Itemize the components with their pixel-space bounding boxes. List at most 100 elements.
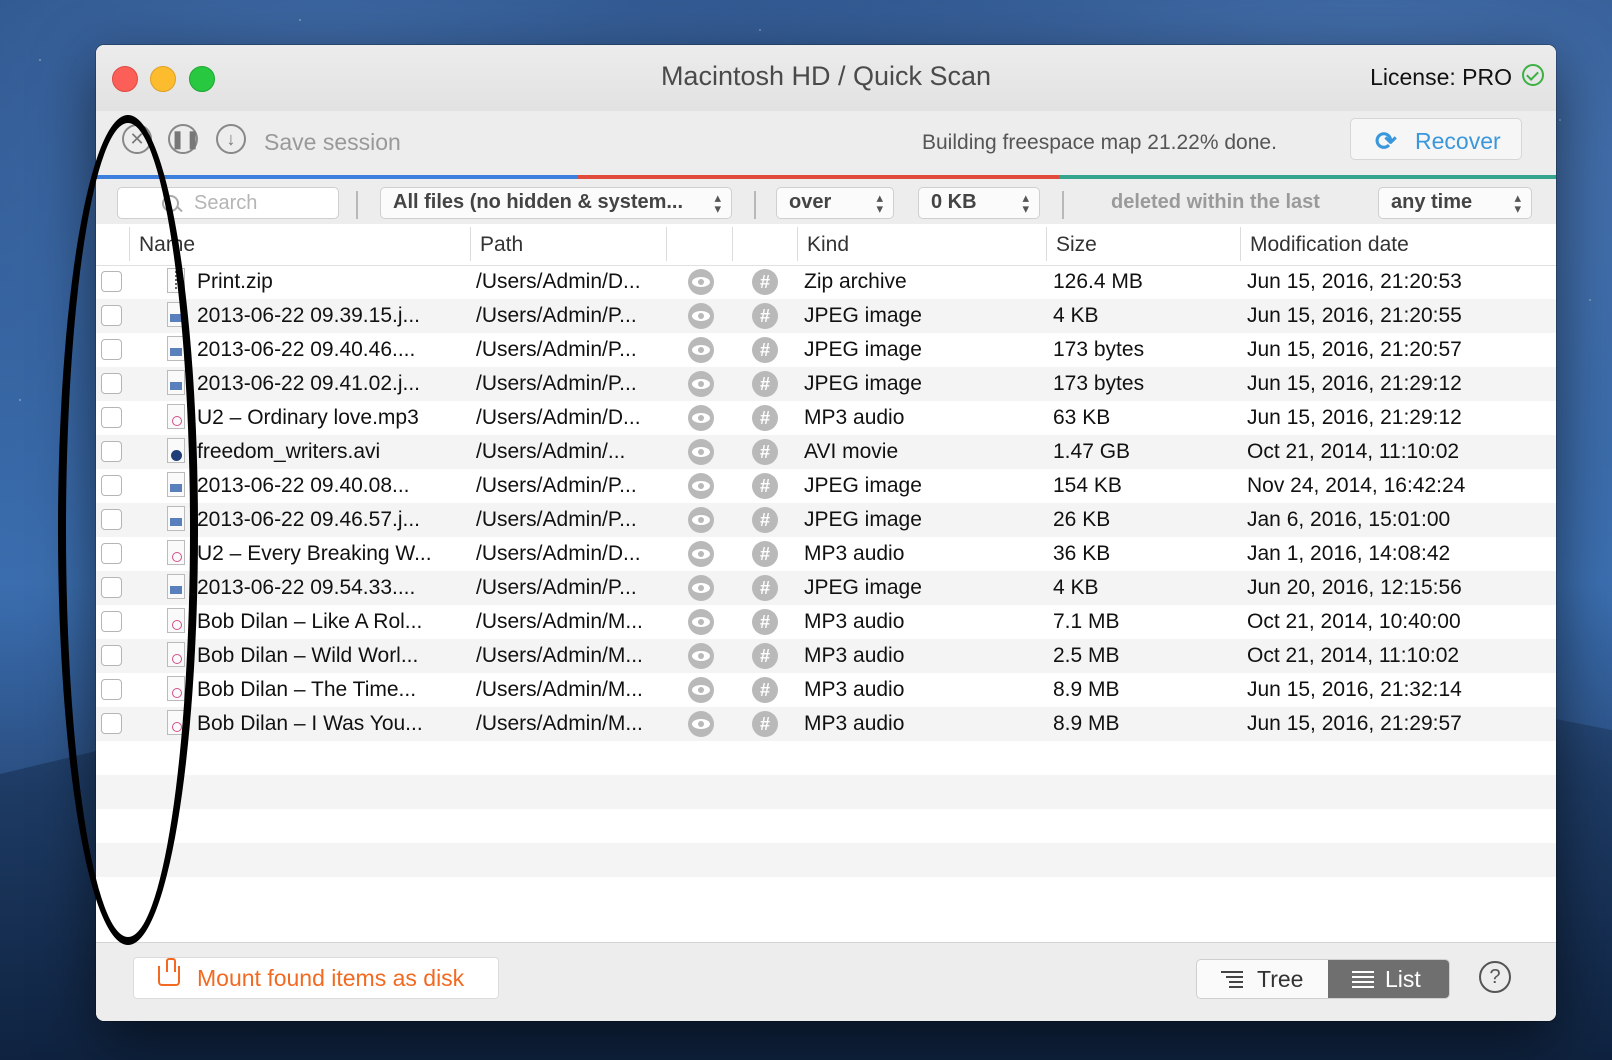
table-row[interactable]: 2013-06-22 09.54.33.... /Users/Admin/P...…: [96, 571, 1556, 605]
table-row[interactable]: U2 – Every Breaking W... /Users/Admin/D..…: [96, 537, 1556, 571]
table-row[interactable]: 2013-06-22 09.40.46.... /Users/Admin/P...…: [96, 333, 1556, 367]
row-checkbox[interactable]: [101, 577, 122, 598]
file-name: 2013-06-22 09.40.46....: [197, 338, 416, 361]
table-row[interactable]: Bob Dilan – Like A Rol... /Users/Admin/M.…: [96, 605, 1556, 639]
row-checkbox[interactable]: [101, 305, 122, 326]
column-header-kind[interactable]: Kind: [807, 233, 849, 257]
hex-view-icon[interactable]: #: [752, 541, 778, 567]
file-modification-date: Jan 1, 2016, 14:08:42: [1247, 542, 1451, 565]
file-aud-icon: [167, 540, 185, 565]
preview-eye-icon[interactable]: [688, 541, 714, 567]
column-divider: [797, 227, 798, 261]
hex-view-icon[interactable]: #: [752, 405, 778, 431]
preview-eye-icon[interactable]: [688, 575, 714, 601]
row-checkbox[interactable]: [101, 543, 122, 564]
hex-view-icon[interactable]: #: [752, 371, 778, 397]
table-row[interactable]: freedom_writers.avi/Users/Admin/... # AVI …: [96, 435, 1556, 469]
preview-eye-icon[interactable]: [688, 405, 714, 431]
license-label: License: PRO: [1370, 64, 1512, 90]
preview-eye-icon[interactable]: [688, 439, 714, 465]
time-range-select[interactable]: any time ▴ ▾: [1378, 187, 1532, 219]
preview-eye-icon[interactable]: [688, 337, 714, 363]
row-checkbox[interactable]: [101, 679, 122, 700]
preview-eye-icon[interactable]: [688, 643, 714, 669]
table-row[interactable]: Bob Dilan – Wild Worl... /Users/Admin/M..…: [96, 639, 1556, 673]
preview-eye-icon[interactable]: [688, 473, 714, 499]
file-table: Name Path Kind Size Modification date Pr…: [96, 224, 1556, 943]
file-kind: JPEG image: [804, 338, 922, 361]
file-aud-icon: [167, 608, 185, 633]
size-operator-select[interactable]: over ▴ ▾: [776, 187, 894, 219]
column-header-name[interactable]: Name: [139, 233, 195, 257]
file-size: 173 bytes: [1053, 338, 1145, 361]
file-aud-icon: [167, 404, 185, 429]
hex-view-icon[interactable]: #: [752, 609, 778, 635]
file-img-icon: [167, 370, 185, 395]
column-header-size[interactable]: Size: [1056, 233, 1097, 257]
preview-eye-icon[interactable]: [688, 507, 714, 533]
help-button[interactable]: ?: [1479, 961, 1511, 993]
file-type-select[interactable]: All files (no hidden & system... ▴ ▾: [380, 187, 732, 219]
file-path: /Users/Admin/M...: [476, 712, 643, 735]
hex-view-icon[interactable]: #: [752, 643, 778, 669]
search-input[interactable]: Search: [117, 187, 339, 219]
hex-view-icon[interactable]: #: [752, 269, 778, 295]
preview-eye-icon[interactable]: [688, 371, 714, 397]
row-checkbox[interactable]: [101, 271, 122, 292]
hex-view-icon[interactable]: #: [752, 711, 778, 737]
view-mode-toggle: Tree List: [1196, 959, 1450, 999]
preview-eye-icon[interactable]: [688, 711, 714, 737]
file-size: 36 KB: [1053, 542, 1111, 565]
column-divider: [470, 227, 471, 261]
row-checkbox[interactable]: [101, 713, 122, 734]
hex-view-icon[interactable]: #: [752, 575, 778, 601]
recover-button[interactable]: ⟳ Recover: [1350, 118, 1522, 160]
table-row[interactable]: 2013-06-22 09.46.57.j... /Users/Admin/P..…: [96, 503, 1556, 537]
empty-row: [96, 809, 1556, 843]
app-window: Macintosh HD / Quick Scan License: PRO ✕…: [96, 45, 1556, 1021]
preview-eye-icon[interactable]: [688, 677, 714, 703]
table-row[interactable]: 2013-06-22 09.39.15.j... /Users/Admin/P..…: [96, 299, 1556, 333]
column-header-path[interactable]: Path: [480, 233, 523, 257]
file-name: Bob Dilan – Wild Worl...: [197, 644, 419, 667]
table-row[interactable]: Bob Dilan – I Was You... /Users/Admin/M..…: [96, 707, 1556, 741]
file-name: 2013-06-22 09.46.57.j...: [197, 508, 421, 531]
pause-scan-button[interactable]: ❚❚: [168, 124, 200, 154]
row-checkbox[interactable]: [101, 339, 122, 360]
preview-eye-icon[interactable]: [688, 269, 714, 295]
row-checkbox[interactable]: [101, 611, 122, 632]
file-kind: MP3 audio: [804, 406, 905, 429]
save-session-button[interactable]: Save session: [264, 129, 401, 156]
tree-view-button[interactable]: Tree: [1197, 960, 1328, 998]
hex-view-icon[interactable]: #: [752, 439, 778, 465]
hex-view-icon[interactable]: #: [752, 677, 778, 703]
hex-view-icon[interactable]: #: [752, 303, 778, 329]
file-kind: Zip archive: [804, 270, 907, 293]
empty-row: [96, 741, 1556, 775]
file-name: 2013-06-22 09.54.33....: [197, 576, 416, 599]
row-checkbox[interactable]: [101, 475, 122, 496]
table-row[interactable]: U2 – Ordinary love.mp3/Users/Admin/D... #…: [96, 401, 1556, 435]
row-checkbox[interactable]: [101, 441, 122, 462]
list-view-button[interactable]: List: [1328, 960, 1449, 998]
table-row[interactable]: 2013-06-22 09.40.08... /Users/Admin/P... #…: [96, 469, 1556, 503]
hex-view-icon[interactable]: #: [752, 507, 778, 533]
download-icon[interactable]: ↓: [216, 124, 246, 154]
file-path: /Users/Admin/...: [476, 440, 626, 463]
row-checkbox[interactable]: [101, 509, 122, 530]
search-icon: [162, 195, 179, 212]
size-value-select[interactable]: 0 KB ▴ ▾: [918, 187, 1040, 219]
hex-view-icon[interactable]: #: [752, 337, 778, 363]
table-row[interactable]: 2013-06-22 09.41.02.j... /Users/Admin/P..…: [96, 367, 1556, 401]
row-checkbox[interactable]: [101, 407, 122, 428]
preview-eye-icon[interactable]: [688, 303, 714, 329]
mount-as-disk-button[interactable]: Mount found items as disk: [133, 957, 499, 999]
preview-eye-icon[interactable]: [688, 609, 714, 635]
hex-view-icon[interactable]: #: [752, 473, 778, 499]
table-row[interactable]: Print.zip/Users/Admin/D... # Zip archive 12…: [96, 265, 1556, 299]
row-checkbox[interactable]: [101, 645, 122, 666]
row-checkbox[interactable]: [101, 373, 122, 394]
stop-scan-button[interactable]: ✕: [122, 124, 152, 154]
table-row[interactable]: Bob Dilan – The Time... /Users/Admin/M...…: [96, 673, 1556, 707]
column-header-modification-date[interactable]: Modification date: [1250, 233, 1409, 257]
